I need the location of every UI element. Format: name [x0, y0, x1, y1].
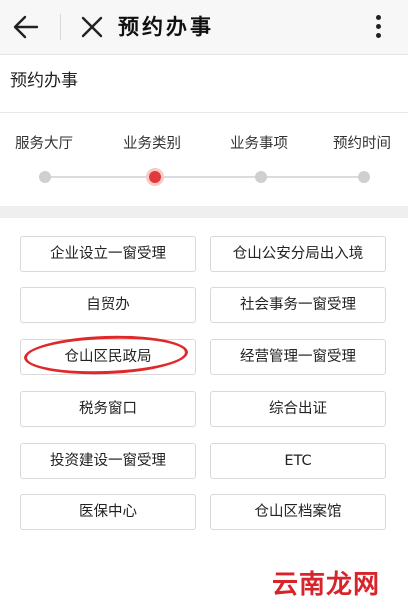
step-label-business-category[interactable]: 业务类别 — [123, 133, 181, 155]
category-cangshan-police-exit-entry[interactable]: 仓山公安分局出入境 — [210, 236, 386, 272]
step-label-service-hall[interactable]: 服务大厅 — [15, 133, 73, 155]
back-arrow-icon[interactable] — [12, 13, 40, 41]
step-track — [45, 176, 364, 178]
nav-divider — [60, 14, 61, 40]
step-dot-service-hall[interactable] — [39, 171, 51, 183]
step-dot-business-item[interactable] — [255, 171, 267, 183]
nav-title: 预约办事 — [118, 15, 214, 39]
category-enterprise-setup[interactable]: 企业设立一窗受理 — [20, 236, 196, 272]
step-indicator: 服务大厅 业务类别 业务事项 预约时间 — [0, 133, 408, 157]
more-menu-icon[interactable] — [370, 13, 386, 41]
category-business-management[interactable]: 经营管理一窗受理 — [210, 339, 386, 375]
top-navigation-bar: 预约办事 — [0, 0, 408, 55]
category-cangshan-civil-affairs[interactable]: 仓山区民政局 — [20, 339, 196, 375]
category-tax-window[interactable]: 税务窗口 — [20, 391, 196, 427]
step-label-appointment-time[interactable]: 预约时间 — [333, 133, 391, 155]
category-social-affairs[interactable]: 社会事务一窗受理 — [210, 287, 386, 323]
step-dot-appointment-time[interactable] — [358, 171, 370, 183]
header-divider — [0, 112, 408, 113]
section-separator — [0, 206, 408, 218]
step-label-business-item[interactable]: 业务事项 — [230, 133, 288, 155]
step-dot-business-category-active[interactable] — [149, 171, 161, 183]
close-icon[interactable] — [80, 15, 104, 39]
category-comprehensive-certificate[interactable]: 综合出证 — [210, 391, 386, 427]
category-investment-construction[interactable]: 投资建设一窗受理 — [20, 443, 196, 479]
page-title: 预约办事 — [10, 71, 78, 91]
watermark-logo: 云南龙网 — [272, 570, 381, 600]
category-free-trade-office[interactable]: 自贸办 — [20, 287, 196, 323]
category-etc[interactable]: ETC — [210, 443, 386, 479]
category-medical-insurance-center[interactable]: 医保中心 — [20, 494, 196, 530]
category-cangshan-archives[interactable]: 仓山区档案馆 — [210, 494, 386, 530]
